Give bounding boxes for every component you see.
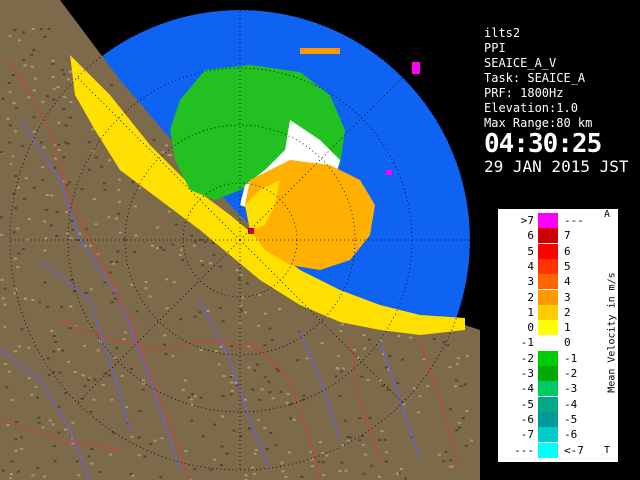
legend-value-right: -3 xyxy=(564,382,578,396)
magenta-echo xyxy=(412,62,420,74)
elevation-label: Elevation:1.0 xyxy=(484,101,578,115)
legend-value-right: 3 xyxy=(564,290,571,304)
observation-date: 29 JAN 2015 JST xyxy=(484,157,629,176)
legend-swatch xyxy=(538,274,558,290)
legend-row: --- <-7 xyxy=(498,442,618,458)
legend-value-right: -2 xyxy=(564,367,578,380)
legend-swatch xyxy=(538,442,558,458)
magenta-echo xyxy=(386,170,392,175)
legend-value-left: >7 xyxy=(520,214,534,227)
observation-time: 04:30:25 xyxy=(484,129,602,159)
legend-value-left: -5 xyxy=(520,397,534,411)
legend-swatch xyxy=(538,381,558,397)
legend-value-left: 4 xyxy=(527,259,534,273)
legend-row: -4 -3 xyxy=(498,381,618,397)
legend-value-right: 6 xyxy=(564,244,571,258)
legend-swatch xyxy=(538,289,558,305)
orange-top-echo xyxy=(300,48,340,54)
legend-value-left: 0 xyxy=(527,321,534,335)
legend-value-right: -4 xyxy=(564,397,578,411)
legend-value-left: -7 xyxy=(520,428,534,442)
legend-value-left: 2 xyxy=(527,290,534,304)
legend-value-left: -6 xyxy=(520,412,534,426)
velocity-color-legend: >7 --- 6 7 5 6 4 5 3 4 2 3 1 2 0 1 -1 0 -2 -1 -3 -2 -4 -3 -5 -4 -6… xyxy=(498,209,618,462)
legend-row: 67 xyxy=(498,228,618,244)
legend-top-mark: A xyxy=(604,209,611,220)
legend-swatch xyxy=(538,304,558,320)
legend-title: Mean Velocity in m/s xyxy=(606,272,618,393)
legend-value-left: 1 xyxy=(527,305,534,319)
prf-label: PRF: 1800Hz xyxy=(484,86,564,100)
legend-swatch xyxy=(538,427,558,443)
legend-value-left: 6 xyxy=(527,229,534,243)
legend-row: -7 -6 xyxy=(498,427,618,443)
legend-row: 34 xyxy=(498,274,618,290)
product-type: PPI xyxy=(484,41,506,55)
legend-row: -5 -4 xyxy=(498,396,618,412)
legend-swatch xyxy=(538,350,558,366)
legend-value-right: 7 xyxy=(564,229,571,243)
legend-value-right: 2 xyxy=(564,305,571,319)
legend-swatch xyxy=(538,258,558,274)
legend-swatch xyxy=(538,320,558,336)
legend-row: 56 xyxy=(498,243,618,259)
legend-row: -3 -2 xyxy=(498,366,618,381)
legend-value-right: -1 xyxy=(564,351,578,365)
legend-value-right: 1 xyxy=(564,321,571,335)
legend-row: -2 -1 xyxy=(498,350,618,366)
station-name: ilts2 xyxy=(484,26,521,40)
info-panel: ilts2 PPI SEAICE_A_V Task: SEAICE_A PRF:… xyxy=(480,26,640,184)
legend-row: 12 xyxy=(498,304,618,320)
legend-swatch xyxy=(538,411,558,427)
product-detail: SEAICE_A_V xyxy=(484,56,557,70)
legend-swatch xyxy=(538,335,558,351)
legend-swatch xyxy=(538,396,558,412)
legend-value-left: -4 xyxy=(520,382,534,396)
legend-value-right: -6 xyxy=(564,428,578,442)
task-label: Task: SEAICE_A xyxy=(484,71,586,85)
legend-value-right: 4 xyxy=(564,275,571,289)
legend-value-left: -1 xyxy=(520,336,534,350)
legend-value-right: -5 xyxy=(564,412,578,426)
legend-swatch xyxy=(538,228,558,244)
legend-row: 45 xyxy=(498,258,618,274)
legend-swatch xyxy=(538,213,558,228)
legend-bottom-mark: T xyxy=(604,445,611,456)
legend-swatch xyxy=(538,366,558,381)
legend-value-right: <-7 xyxy=(564,443,584,457)
legend-row: 23 xyxy=(498,289,618,305)
radar-ppi-display[interactable] xyxy=(0,0,480,480)
legend-swatch xyxy=(538,243,558,259)
legend-row: -6 -5 xyxy=(498,411,618,427)
legend-value-left: 5 xyxy=(527,244,534,258)
legend-value-right: 0 xyxy=(564,336,571,350)
legend-value-left: -2 xyxy=(520,351,534,365)
legend-row: >7 --- xyxy=(498,213,618,228)
legend-value-left: -3 xyxy=(520,367,534,380)
legend-value-right: 5 xyxy=(564,259,571,273)
legend-value-left: 3 xyxy=(527,275,534,289)
legend-value-left: --- xyxy=(514,443,534,457)
legend-row: 01 xyxy=(498,320,618,336)
legend-value-right: --- xyxy=(564,214,584,227)
legend-row: -1 0 xyxy=(498,335,618,351)
